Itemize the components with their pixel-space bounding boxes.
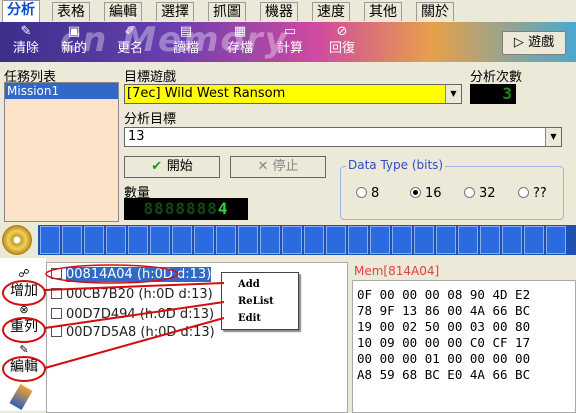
annotation-overlay [2,264,225,382]
annotation-line-relist [44,301,225,329]
annotation-circle-first-result [45,264,179,284]
annotation-circle-add [2,280,46,306]
annotation-line-edit [44,317,225,369]
annotation-circle-relist [2,317,46,343]
annotation-line-add [44,282,225,291]
annotation-circle-edit [2,356,46,382]
